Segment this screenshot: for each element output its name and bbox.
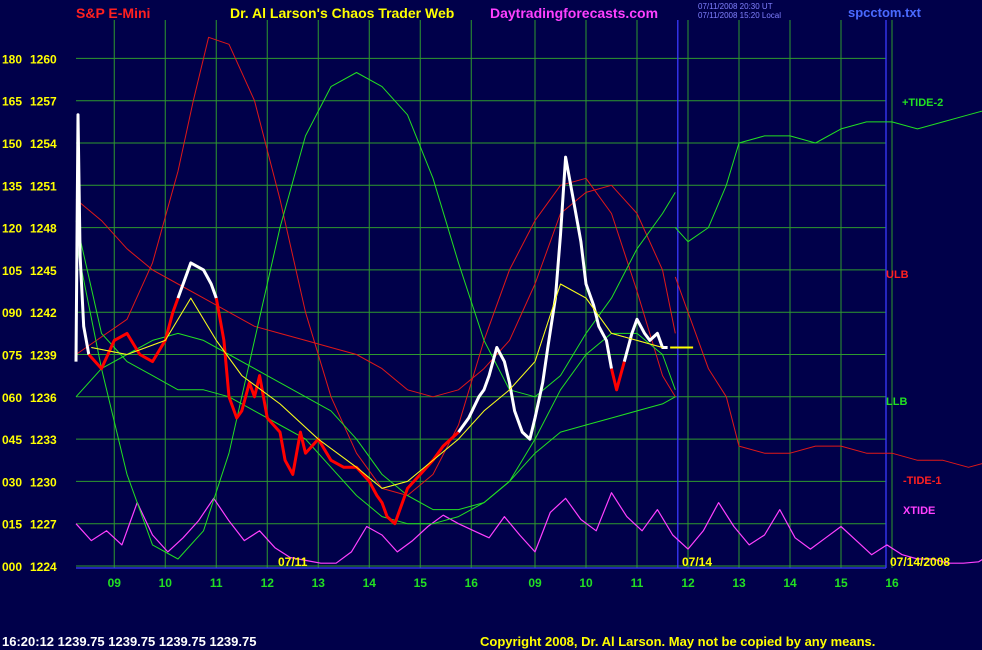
x-axis-labels: 09 10 11 12 13 14 15 16 09 10 11 12 13 14 15 16 <box>108 576 899 590</box>
y-right-label-1236: 1236 <box>30 391 57 405</box>
y-right-label-1260: 1260 <box>30 52 57 66</box>
y-left-label-000: 000 <box>2 560 22 574</box>
x-tick-label-5: 14 <box>363 576 377 590</box>
price-segment-0 <box>74 113 91 362</box>
green-tide-line <box>75 72 676 560</box>
quote-readout: 16:20:12 1239.75 1239.75 1239.75 1239.75 <box>2 634 257 649</box>
price-segment-2 <box>176 261 218 299</box>
x-tick-label-8: 09 <box>528 576 542 590</box>
x-tick-label-0: 09 <box>108 576 122 590</box>
x-tick-label-15: 16 <box>885 576 899 590</box>
x-tick-label-14: 15 <box>834 576 848 590</box>
tide-plus-label: +TIDE-2 <box>902 97 943 109</box>
chart-plot: 180165150135120105090075060045030015000 … <box>2 20 982 590</box>
price-segment-5 <box>610 361 626 392</box>
red-tide-line <box>75 36 676 496</box>
x-tick-label-7: 16 <box>465 576 479 590</box>
y-left-label-120: 120 <box>2 222 22 236</box>
date-label-left: 07/11 <box>278 555 308 569</box>
y-left-label-045: 045 <box>2 433 22 447</box>
y-left-label-105: 105 <box>2 264 22 278</box>
y-right-label-1245: 1245 <box>30 264 57 278</box>
x-tick-label-2: 11 <box>210 576 223 590</box>
x-tick-label-13: 14 <box>783 576 797 590</box>
y-left-label-090: 090 <box>2 306 22 320</box>
copyright-notice: Copyright 2008, Dr. Al Larson. May not b… <box>480 634 876 649</box>
x-tick-label-9: 10 <box>579 576 593 590</box>
y-axis-right-labels: 1260 1257 1254 1251 1248 1245 1242 1239 1236 1233… <box>30 52 57 574</box>
xtide-line <box>75 492 982 564</box>
date-label-right: 07/14/2008 <box>890 555 950 569</box>
chart-series <box>74 36 982 564</box>
y-left-label-075: 075 <box>2 349 22 363</box>
y-left-label-180: 180 <box>2 52 22 66</box>
y-right-label-1239: 1239 <box>30 349 57 363</box>
y-right-label-1251: 1251 <box>30 179 57 193</box>
blue-average-line <box>91 283 663 489</box>
y-right-label-1230: 1230 <box>30 475 57 489</box>
x-tick-label-4: 13 <box>312 576 326 590</box>
date-label-mid: 07/14 <box>682 555 712 569</box>
y-left-label-030: 030 <box>2 475 22 489</box>
xtide-label: XTIDE <box>903 505 935 517</box>
tide-minus-line <box>674 276 982 468</box>
llb-label: LLB <box>886 396 907 408</box>
y-axis-left-labels: 180 165 150 135 120 105 090 075 060 045 030 015 000 <box>2 52 22 574</box>
x-tick-label-6: 15 <box>414 576 428 590</box>
tide-minus-label: -TIDE-1 <box>903 475 942 487</box>
price-segment-1 <box>87 297 180 371</box>
grid-lines <box>76 20 893 569</box>
y-right-label-1224: 1224 <box>30 560 57 574</box>
y-right-label-1257: 1257 <box>30 95 57 109</box>
y-left-label-015: 015 <box>2 518 22 532</box>
y-left-label-060: 060 <box>2 391 22 405</box>
ulb-band-left <box>75 184 676 398</box>
y-right-label-1242: 1242 <box>30 306 57 320</box>
y-right-label-1254: 1254 <box>30 137 57 151</box>
ulb-label: ULB <box>886 269 909 281</box>
yellow-trend-line <box>91 283 663 489</box>
y-left-label-150: 150 <box>2 137 22 151</box>
y-right-label-1248: 1248 <box>30 222 57 236</box>
x-tick-label-11: 12 <box>681 576 695 590</box>
y-left-label-165: 165 <box>2 95 22 109</box>
green-lower-line <box>75 220 676 525</box>
y-left-label-135: 135 <box>2 179 22 193</box>
x-tick-label-12: 13 <box>732 576 746 590</box>
y-right-label-1227: 1227 <box>30 518 57 532</box>
x-tick-label-3: 12 <box>261 576 275 590</box>
x-tick-label-10: 11 <box>631 576 644 590</box>
tide-plus-line <box>674 110 982 243</box>
y-right-label-1233: 1233 <box>30 433 57 447</box>
x-tick-label-1: 10 <box>159 576 173 590</box>
